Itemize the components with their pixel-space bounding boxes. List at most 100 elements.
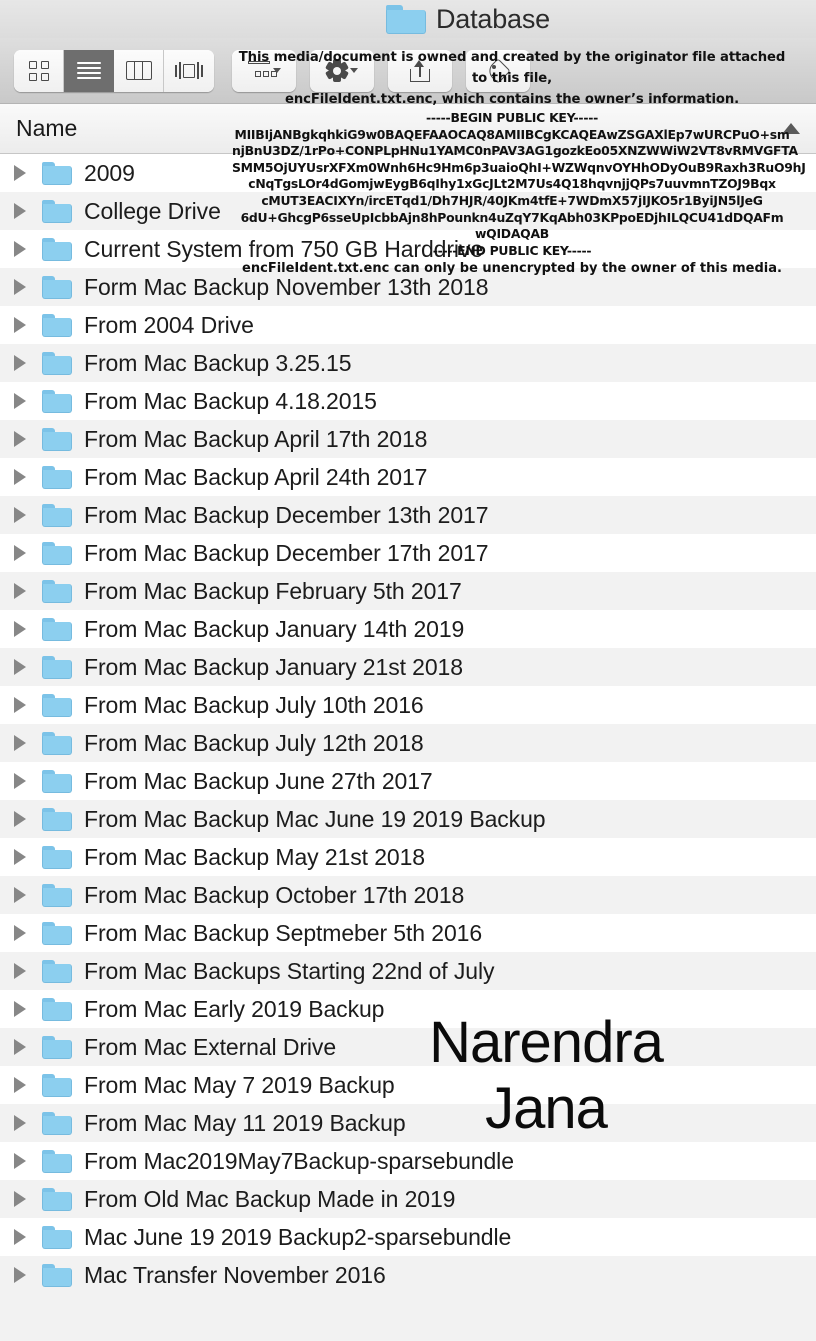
disclosure-triangle-icon[interactable] <box>14 925 40 941</box>
file-name[interactable]: Mac June 19 2019 Backup2-sparsebundle <box>84 1224 511 1251</box>
table-row[interactable]: From Mac Backups Starting 22nd of July <box>0 952 816 990</box>
file-name[interactable]: From Mac2019May7Backup-sparsebundle <box>84 1148 514 1175</box>
table-row[interactable]: From Mac Backup December 17th 2017 <box>0 534 816 572</box>
file-name[interactable]: From Mac Backup July 12th 2018 <box>84 730 424 757</box>
file-name[interactable]: From Mac Backups Starting 22nd of July <box>84 958 494 985</box>
file-name[interactable]: From Mac May 11 2019 Backup <box>84 1110 406 1137</box>
table-row[interactable]: From Mac External Drive <box>0 1028 816 1066</box>
view-mode-list-button[interactable] <box>64 49 114 92</box>
table-row[interactable]: From Mac Early 2019 Backup <box>0 990 816 1028</box>
disclosure-triangle-icon[interactable] <box>14 621 40 637</box>
view-mode-icon-button[interactable] <box>14 49 64 92</box>
file-name[interactable]: From Mac Backup January 14th 2019 <box>84 616 464 643</box>
disclosure-triangle-icon[interactable] <box>14 1039 40 1055</box>
file-list[interactable]: 2009 College Drive Current System from 750… <box>0 154 816 1294</box>
disclosure-triangle-icon[interactable] <box>14 545 40 561</box>
file-name[interactable]: From Mac May 7 2019 Backup <box>84 1072 395 1099</box>
table-row[interactable]: From Mac Backup January 14th 2019 <box>0 610 816 648</box>
disclosure-triangle-icon[interactable] <box>14 887 40 903</box>
disclosure-triangle-icon[interactable] <box>14 1153 40 1169</box>
file-name[interactable]: From Mac Backup June 27th 2017 <box>84 768 433 795</box>
file-name[interactable]: From Mac Backup April 24th 2017 <box>84 464 427 491</box>
table-row[interactable]: From Mac Backup Septmeber 5th 2016 <box>0 914 816 952</box>
table-row[interactable]: From Mac Backup April 17th 2018 <box>0 420 816 458</box>
disclosure-triangle-icon[interactable] <box>14 1001 40 1017</box>
view-mode-column-button[interactable] <box>114 49 164 92</box>
file-name[interactable]: From Mac Backup 4.18.2015 <box>84 388 377 415</box>
table-row[interactable]: From Mac Backup April 24th 2017 <box>0 458 816 496</box>
file-name[interactable]: From Mac Backup Mac June 19 2019 Backup <box>84 806 546 833</box>
disclosure-triangle-icon[interactable] <box>14 1077 40 1093</box>
file-name[interactable]: From Mac Backup January 21st 2018 <box>84 654 463 681</box>
disclosure-triangle-icon[interactable] <box>14 393 40 409</box>
table-row[interactable]: From Mac Backup 4.18.2015 <box>0 382 816 420</box>
table-row[interactable]: From Mac Backup February 5th 2017 <box>0 572 816 610</box>
disclosure-triangle-icon[interactable] <box>14 811 40 827</box>
group-by-button[interactable] <box>232 49 296 92</box>
column-header-name[interactable]: Name <box>16 115 77 142</box>
disclosure-triangle-icon[interactable] <box>14 1191 40 1207</box>
table-row[interactable]: College Drive <box>0 192 816 230</box>
disclosure-triangle-icon[interactable] <box>14 469 40 485</box>
file-name[interactable]: From Mac Backup February 5th 2017 <box>84 578 462 605</box>
file-name[interactable]: From 2004 Drive <box>84 312 254 339</box>
disclosure-triangle-icon[interactable] <box>14 507 40 523</box>
tag-button[interactable] <box>466 49 530 92</box>
file-name[interactable]: From Mac External Drive <box>84 1034 336 1061</box>
table-row[interactable]: From Mac Backup July 10th 2016 <box>0 686 816 724</box>
table-row[interactable]: From Mac Backup Mac June 19 2019 Backup <box>0 800 816 838</box>
table-row[interactable]: Form Mac Backup November 13th 2018 <box>0 268 816 306</box>
table-row[interactable]: 2009 <box>0 154 816 192</box>
file-name[interactable]: From Mac Backup October 17th 2018 <box>84 882 464 909</box>
disclosure-triangle-icon[interactable] <box>14 1267 40 1283</box>
table-row[interactable]: From Mac Backup 3.25.15 <box>0 344 816 382</box>
table-row[interactable]: Mac Transfer November 2016 <box>0 1256 816 1294</box>
table-row[interactable]: From Mac Backup July 12th 2018 <box>0 724 816 762</box>
table-row[interactable]: From Old Mac Backup Made in 2019 <box>0 1180 816 1218</box>
file-name[interactable]: From Mac Backup April 17th 2018 <box>84 426 427 453</box>
file-name[interactable]: College Drive <box>84 198 221 225</box>
table-row[interactable]: From Mac Backup June 27th 2017 <box>0 762 816 800</box>
file-name[interactable]: 2009 <box>84 160 135 187</box>
disclosure-triangle-icon[interactable] <box>14 241 40 257</box>
disclosure-triangle-icon[interactable] <box>14 1115 40 1131</box>
view-mode-segmented-control[interactable] <box>14 49 214 92</box>
disclosure-triangle-icon[interactable] <box>14 735 40 751</box>
disclosure-triangle-icon[interactable] <box>14 431 40 447</box>
file-name[interactable]: Form Mac Backup November 13th 2018 <box>84 274 489 301</box>
disclosure-triangle-icon[interactable] <box>14 583 40 599</box>
table-row[interactable]: From Mac Backup October 17th 2018 <box>0 876 816 914</box>
file-name[interactable]: Mac Transfer November 2016 <box>84 1262 386 1289</box>
table-row[interactable]: From 2004 Drive <box>0 306 816 344</box>
disclosure-triangle-icon[interactable] <box>14 203 40 219</box>
table-row[interactable]: From Mac Backup January 21st 2018 <box>0 648 816 686</box>
table-row[interactable]: From Mac May 7 2019 Backup <box>0 1066 816 1104</box>
file-name[interactable]: From Mac Backup December 17th 2017 <box>84 540 489 567</box>
disclosure-triangle-icon[interactable] <box>14 317 40 333</box>
column-header[interactable]: Name <box>0 104 816 154</box>
disclosure-triangle-icon[interactable] <box>14 659 40 675</box>
disclosure-triangle-icon[interactable] <box>14 1229 40 1245</box>
file-name[interactable]: From Mac Backup December 13th 2017 <box>84 502 489 529</box>
disclosure-triangle-icon[interactable] <box>14 849 40 865</box>
table-row[interactable]: From Mac Backup December 13th 2017 <box>0 496 816 534</box>
disclosure-triangle-icon[interactable] <box>14 963 40 979</box>
file-name[interactable]: From Old Mac Backup Made in 2019 <box>84 1186 455 1213</box>
table-row[interactable]: Mac June 19 2019 Backup2-sparsebundle <box>0 1218 816 1256</box>
file-name[interactable]: From Mac Backup Septmeber 5th 2016 <box>84 920 482 947</box>
share-button[interactable] <box>388 49 452 92</box>
disclosure-triangle-icon[interactable] <box>14 279 40 295</box>
file-name[interactable]: From Mac Early 2019 Backup <box>84 996 384 1023</box>
disclosure-triangle-icon[interactable] <box>14 355 40 371</box>
view-mode-gallery-button[interactable] <box>164 49 214 92</box>
table-row[interactable]: From Mac2019May7Backup-sparsebundle <box>0 1142 816 1180</box>
disclosure-triangle-icon[interactable] <box>14 773 40 789</box>
file-name[interactable]: Current System from 750 GB Harddrive <box>84 236 483 263</box>
table-row[interactable]: From Mac May 11 2019 Backup <box>0 1104 816 1142</box>
file-name[interactable]: From Mac Backup May 21st 2018 <box>84 844 425 871</box>
file-name[interactable]: From Mac Backup 3.25.15 <box>84 350 352 377</box>
table-row[interactable]: From Mac Backup May 21st 2018 <box>0 838 816 876</box>
chevron-up-icon[interactable] <box>782 123 800 134</box>
table-row[interactable]: Current System from 750 GB Harddrive <box>0 230 816 268</box>
disclosure-triangle-icon[interactable] <box>14 165 40 181</box>
